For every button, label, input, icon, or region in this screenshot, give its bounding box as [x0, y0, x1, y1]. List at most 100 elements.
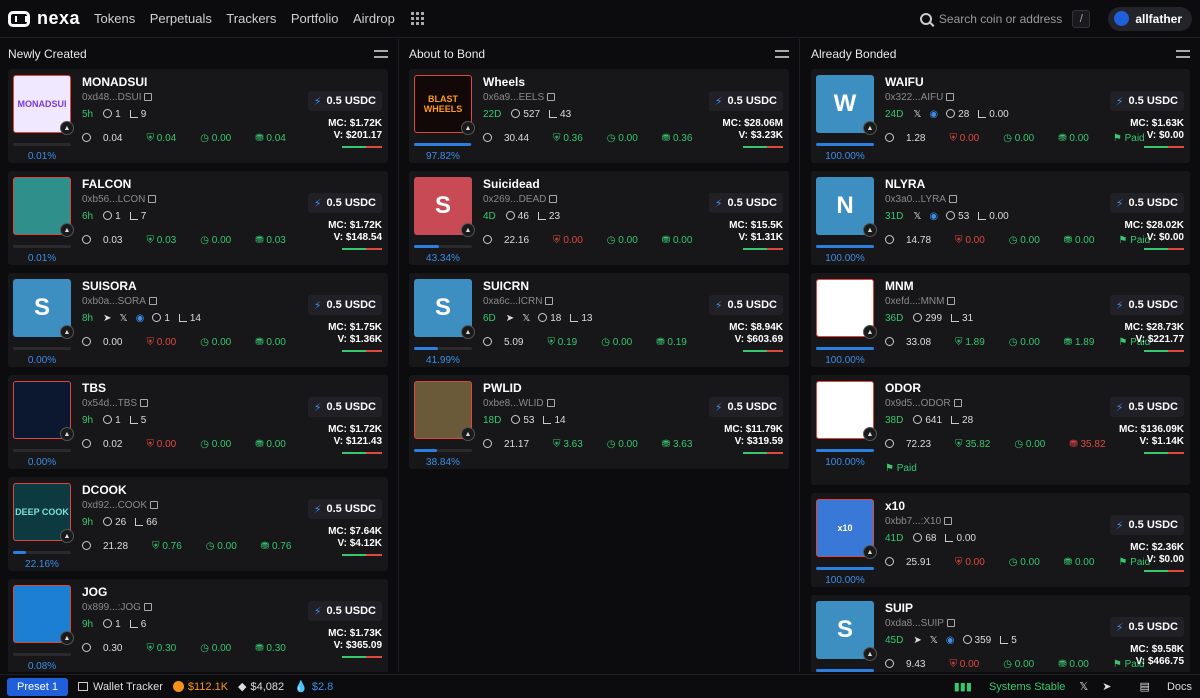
copy-icon[interactable]: [545, 297, 554, 305]
token-card[interactable]: N ▲ 100.00% NLYRA 0x3a0...LYRA 31D 𝕏 ◉ 53 0.00 14.…: [811, 171, 1190, 265]
nav-perpetuals[interactable]: Perpetuals: [150, 11, 212, 26]
token-name[interactable]: MONADSUI: [82, 75, 147, 89]
token-card[interactable]: ▲ 0.00% TBS 0x54d...TBS 9h 1 5 0.02 ⛨ 0.00 ◷ 0.00…: [8, 375, 388, 469]
token-card[interactable]: MONADSUI ▲ 0.01% MONADSUI 0xd48...DSUI 5h 1 9 0.…: [8, 69, 388, 163]
token-address[interactable]: 0x269...DEAD: [483, 194, 558, 205]
token-card[interactable]: S ▲ 0.00% SUISORA 0xb0a...SORA 8h ➤ 𝕏 ◉ 1 14 0.00 ⛨ …: [8, 273, 388, 367]
token-card[interactable]: BLAST WHEELS ▲ 97.82% Wheels 0x6a9...EELS 22D…: [409, 69, 789, 163]
filter-icon[interactable]: [374, 48, 388, 60]
x-icon[interactable]: 𝕏: [120, 313, 128, 324]
telegram-icon[interactable]: ➤: [506, 313, 514, 324]
quick-buy-button[interactable]: ⚡ 0.5 USDC: [708, 295, 783, 315]
token-name[interactable]: NLYRA: [885, 177, 925, 191]
token-name[interactable]: DCOOK: [82, 483, 127, 497]
token-card[interactable]: S ▲ 43.34% Suicidead 0x269...DEAD 4D 46 23 22.16…: [409, 171, 789, 265]
quick-buy-button[interactable]: ⚡ 0.5 USDC: [1109, 617, 1184, 637]
quick-buy-button[interactable]: ⚡ 0.5 USDC: [307, 91, 382, 111]
quick-buy-button[interactable]: ⚡ 0.5 USDC: [1109, 515, 1184, 535]
token-name[interactable]: FALCON: [82, 177, 131, 191]
telegram-icon[interactable]: ➤: [1102, 680, 1111, 693]
token-name[interactable]: Wheels: [483, 75, 525, 89]
token-address[interactable]: 0xbe8...WLID: [483, 398, 555, 409]
quick-buy-button[interactable]: ⚡ 0.5 USDC: [307, 397, 382, 417]
apps-grid-icon[interactable]: [411, 11, 425, 25]
telegram-icon[interactable]: ➤: [913, 635, 921, 646]
user-menu-button[interactable]: allfather: [1108, 6, 1192, 31]
token-name[interactable]: ODOR: [885, 381, 921, 395]
token-card[interactable]: S ▲ 41.99% SUICRN 0xa6c...ICRN 6D ➤ 𝕏 18 13 5.09 ⛨ …: [409, 273, 789, 367]
telegram-icon[interactable]: ➤: [103, 313, 111, 324]
preset-button[interactable]: Preset 1: [7, 677, 68, 696]
quick-buy-button[interactable]: ⚡ 0.5 USDC: [1109, 91, 1184, 111]
token-card[interactable]: S▲100.00%SUIP0xda8...SUIP45D➤𝕏◉35959.43⛨…: [811, 595, 1190, 672]
token-address[interactable]: 0xefd...:MNM: [885, 296, 956, 307]
filter-icon[interactable]: [775, 48, 789, 60]
quick-buy-button[interactable]: ⚡ 0.5 USDC: [1109, 295, 1184, 315]
token-address[interactable]: 0x3a0...LYRA: [885, 194, 957, 205]
quick-buy-button[interactable]: ⚡ 0.5 USDC: [708, 193, 783, 213]
token-name[interactable]: SUIP: [885, 601, 913, 615]
token-address[interactable]: 0xd48...DSUI: [82, 92, 153, 103]
search-bar[interactable]: Search coin or address /: [919, 9, 1091, 28]
x-icon[interactable]: 𝕏: [522, 313, 530, 324]
quick-buy-button[interactable]: ⚡ 0.5 USDC: [307, 295, 382, 315]
nav-airdrop[interactable]: Airdrop: [353, 11, 395, 26]
copy-icon[interactable]: [953, 399, 962, 407]
copy-icon[interactable]: [148, 195, 157, 203]
copy-icon[interactable]: [144, 93, 153, 101]
nav-tokens[interactable]: Tokens: [94, 11, 135, 26]
copy-icon[interactable]: [143, 603, 152, 611]
token-card[interactable]: ▲ 38.84% PWLID 0xbe8...WLID 18D 53 14 21.17 ⛨ 3.…: [409, 375, 789, 469]
token-address[interactable]: 0x6a9...EELS: [483, 92, 556, 103]
copy-icon[interactable]: [547, 93, 556, 101]
copy-icon[interactable]: [140, 399, 149, 407]
token-name[interactable]: SUISORA: [82, 279, 137, 293]
token-address[interactable]: 0x9d5...ODOR: [885, 398, 962, 409]
globe-icon[interactable]: ◉: [929, 211, 938, 222]
quick-buy-button[interactable]: ⚡ 0.5 USDC: [307, 499, 382, 519]
token-name[interactable]: TBS: [82, 381, 106, 395]
quick-buy-button[interactable]: ⚡ 0.5 USDC: [1109, 193, 1184, 213]
x-icon[interactable]: 𝕏: [930, 635, 938, 646]
quick-buy-button[interactable]: ⚡ 0.5 USDC: [708, 91, 783, 111]
nav-portfolio[interactable]: Portfolio: [291, 11, 339, 26]
x-icon[interactable]: 𝕏: [913, 211, 921, 222]
globe-icon[interactable]: ◉: [946, 635, 955, 646]
token-address[interactable]: 0x322...AIFU: [885, 92, 955, 103]
token-name[interactable]: SUICRN: [483, 279, 529, 293]
token-card[interactable]: ▲ 100.00% MNM 0xefd...:MNM 36D 299 31 33.08 ⛨ 1.…: [811, 273, 1190, 367]
token-name[interactable]: x10: [885, 499, 905, 513]
token-card[interactable]: ▲ 100.00% ODOR 0x9d5...ODOR 38D 641 28 72.23 ⛨ 3…: [811, 375, 1190, 485]
quick-buy-button[interactable]: ⚡ 0.5 USDC: [307, 601, 382, 621]
nav-trackers[interactable]: Trackers: [226, 11, 276, 26]
token-card[interactable]: DEEP COOK ▲ 22.16% DCOOK 0xd92...COOK 9h 26 66 2…: [8, 477, 388, 571]
quick-buy-button[interactable]: ⚡ 0.5 USDC: [307, 193, 382, 213]
token-card[interactable]: ▲ 0.08% JOG 0x899...:JOG 9h 1 6 0.30 ⛨ 0.30 ◷ 0.0…: [8, 579, 388, 672]
token-address[interactable]: 0x54d...TBS: [82, 398, 149, 409]
copy-icon[interactable]: [546, 399, 555, 407]
token-name[interactable]: WAIFU: [885, 75, 924, 89]
token-address[interactable]: 0xbb7...:X10: [885, 516, 953, 527]
x-icon[interactable]: 𝕏: [1079, 680, 1088, 693]
copy-icon[interactable]: [948, 195, 957, 203]
token-name[interactable]: Suicidead: [483, 177, 540, 191]
copy-icon[interactable]: [946, 93, 955, 101]
copy-icon[interactable]: [944, 517, 953, 525]
globe-icon[interactable]: ◉: [136, 313, 145, 324]
copy-icon[interactable]: [148, 297, 157, 305]
filter-icon[interactable]: [1176, 48, 1190, 60]
search-input[interactable]: Search coin or address: [939, 12, 1062, 26]
token-name[interactable]: JOG: [82, 585, 107, 599]
token-card[interactable]: x10 ▲ 100.00% x10 0xbb7...:X10 41D 68 0.00 25.91…: [811, 493, 1190, 587]
token-address[interactable]: 0xb56...LCON: [82, 194, 157, 205]
token-address[interactable]: 0xa6c...ICRN: [483, 296, 554, 307]
token-address[interactable]: 0x899...:JOG: [82, 602, 152, 613]
token-address[interactable]: 0xb0a...SORA: [82, 296, 157, 307]
copy-icon[interactable]: [150, 501, 159, 509]
token-address[interactable]: 0xda8...SUIP: [885, 618, 955, 629]
token-name[interactable]: MNM: [885, 279, 914, 293]
wallet-tracker-button[interactable]: Wallet Tracker: [77, 681, 163, 693]
token-card[interactable]: W ▲ 100.00% WAIFU 0x322...AIFU 24D 𝕏 ◉ 28 0.00 1.2…: [811, 69, 1190, 163]
x-icon[interactable]: 𝕏: [913, 109, 921, 120]
token-card[interactable]: ▲ 0.01% FALCON 0xb56...LCON 6h 1 7 0.03 ⛨ 0.03 ◷ …: [8, 171, 388, 265]
